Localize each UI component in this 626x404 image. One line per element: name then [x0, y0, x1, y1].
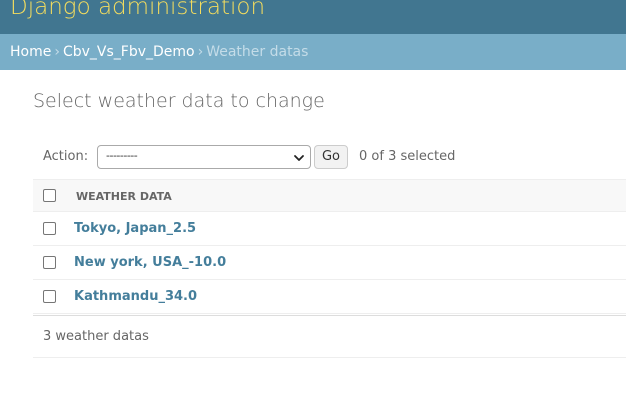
- result-count: 3 weather datas: [43, 329, 149, 344]
- breadcrumb-separator: ›: [197, 44, 204, 60]
- breadcrumb-trail: Home › Cbv_Vs_Fbv_Demo › Weather datas: [10, 34, 308, 70]
- table-row: Tokyo, Japan_2.5: [33, 212, 626, 246]
- table-row: New york, USA_-10.0: [33, 246, 626, 280]
- row-link[interactable]: Tokyo, Japan_2.5: [74, 221, 196, 236]
- site-branding[interactable]: Django administration: [10, 0, 265, 20]
- page-title: Select weather data to change: [33, 90, 325, 112]
- chevron-down-icon: [294, 155, 304, 161]
- row-checkbox[interactable]: [43, 290, 56, 303]
- result-list: WEATHER DATA Tokyo, Japan_2.5 New york, …: [33, 179, 626, 314]
- row-checkbox[interactable]: [43, 222, 56, 235]
- breadcrumb: Home › Cbv_Vs_Fbv_Demo › Weather datas: [0, 34, 626, 70]
- paginator: 3 weather datas: [33, 315, 626, 358]
- row-checkbox[interactable]: [43, 256, 56, 269]
- header-bar: Django administration: [0, 0, 626, 34]
- go-button[interactable]: Go: [314, 145, 348, 169]
- breadcrumb-separator: ›: [54, 44, 60, 60]
- column-header-weather-data[interactable]: WEATHER DATA: [76, 190, 172, 203]
- breadcrumb-home-link[interactable]: Home: [10, 44, 51, 60]
- row-link[interactable]: Kathmandu_34.0: [74, 289, 197, 304]
- row-link[interactable]: New york, USA_-10.0: [74, 255, 226, 270]
- select-all-checkbox[interactable]: [43, 189, 56, 202]
- action-select-value: ---------: [106, 149, 138, 162]
- table-row: Kathmandu_34.0: [33, 280, 626, 314]
- action-select[interactable]: ---------: [97, 145, 311, 169]
- table-header-row: WEATHER DATA: [33, 179, 626, 212]
- actions-bar: Action: --------- Go 0 of 3 selected: [33, 140, 626, 178]
- action-label: Action:: [43, 149, 89, 164]
- breadcrumb-app-link[interactable]: Cbv_Vs_Fbv_Demo: [63, 44, 195, 60]
- breadcrumb-current: Weather datas: [206, 44, 309, 60]
- selection-counter: 0 of 3 selected: [359, 149, 456, 164]
